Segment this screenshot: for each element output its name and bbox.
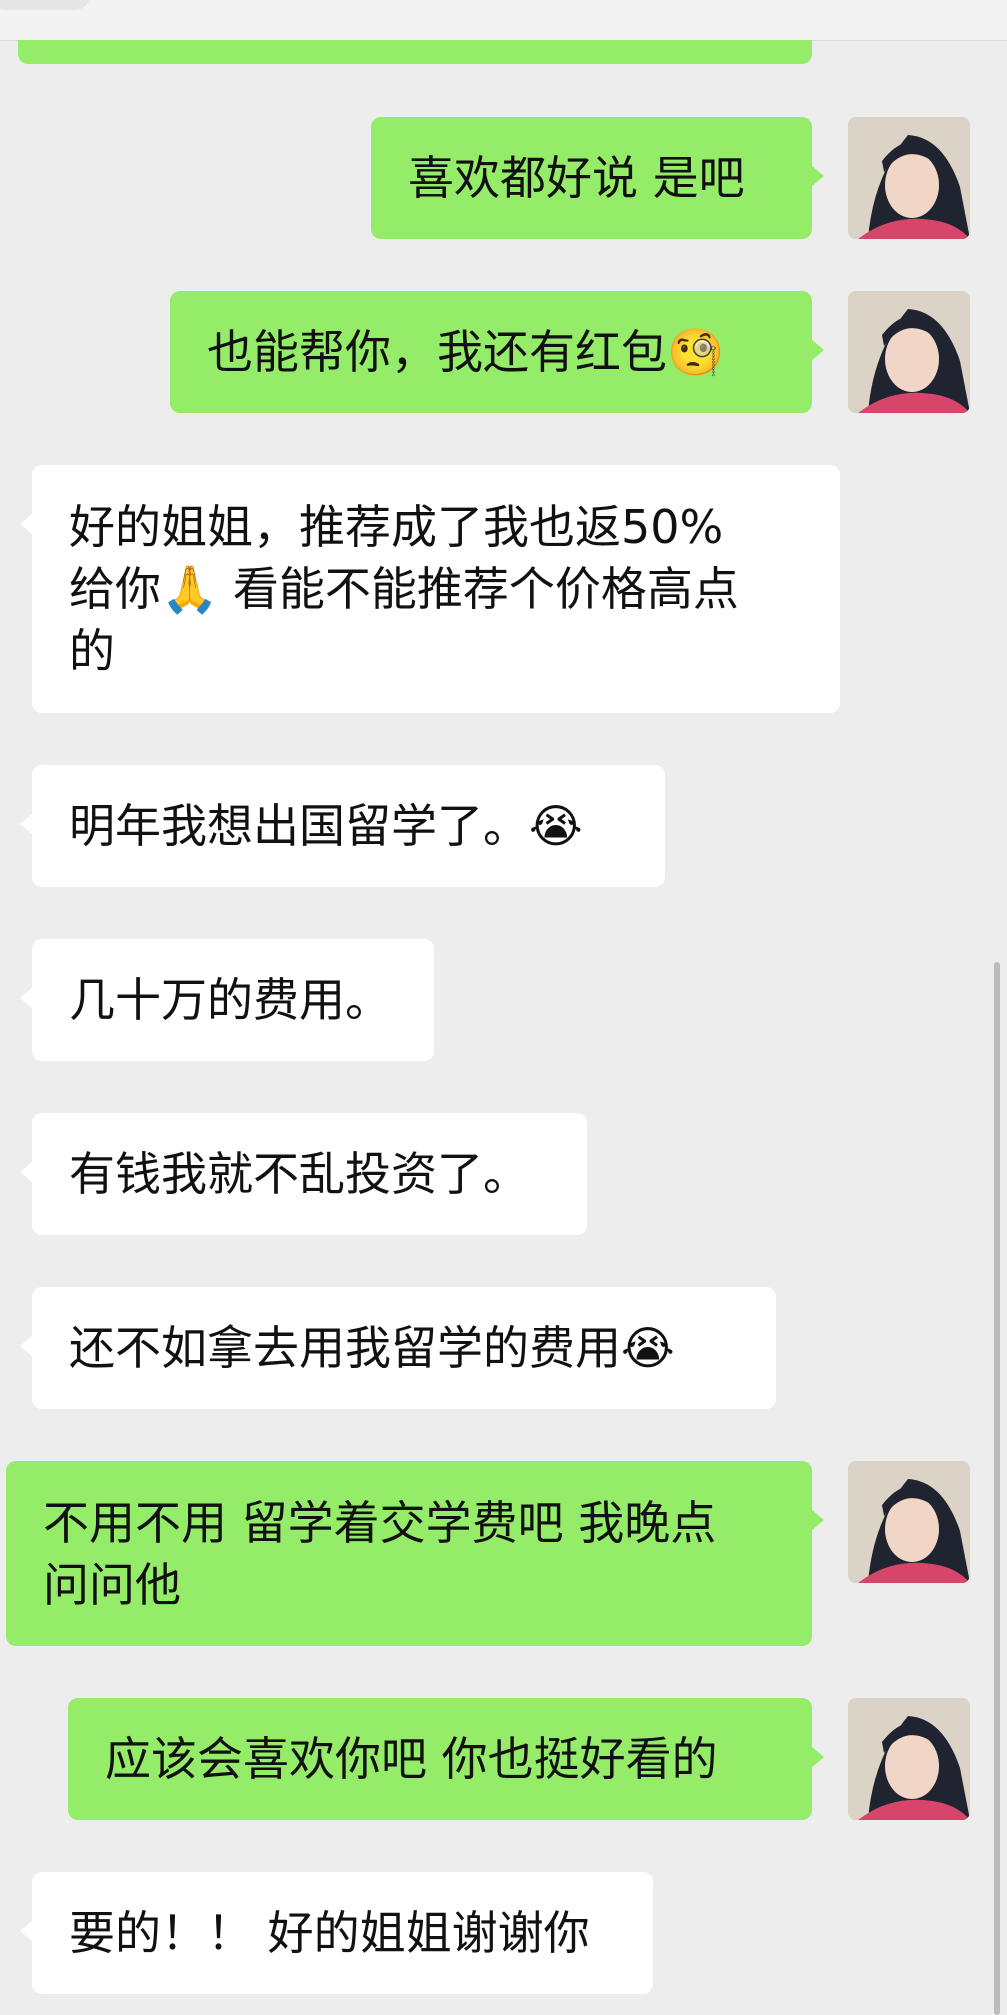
message-text: 好的姐姐，推荐成了我也返50% bbox=[69, 500, 724, 554]
message-text: 的 bbox=[69, 624, 115, 678]
scrollbar[interactable] bbox=[994, 962, 1000, 2015]
sent-message-bubble[interactable]: 也能帮你，我还有红包🧐 bbox=[170, 291, 824, 413]
message-text: 也能帮你，我还有红包🧐 bbox=[207, 325, 725, 379]
message-text: 要的！！ 好的姐姐谢谢你 bbox=[69, 1906, 590, 1960]
message-text: 几十万的费用。 bbox=[69, 973, 391, 1027]
top-pill bbox=[0, 0, 90, 10]
user-avatar-photo-icon bbox=[848, 117, 970, 239]
user-avatar-photo-icon bbox=[848, 291, 970, 413]
sent-message-bubble[interactable]: 应该会喜欢你吧 你也挺好看的 bbox=[68, 1698, 824, 1820]
message-text: 还不如拿去用我留学的费用😭 bbox=[69, 1321, 675, 1375]
top-strip bbox=[0, 0, 1007, 41]
message-text: 喜欢都好说 是吧 bbox=[408, 151, 745, 205]
message-text: 明年我想出国留学了。😭 bbox=[69, 799, 583, 853]
received-message-bubble[interactable]: 几十万的费用。 bbox=[20, 939, 434, 1061]
clipped-sent-bubble[interactable] bbox=[18, 40, 812, 64]
user-avatar-photo-icon bbox=[848, 1461, 970, 1583]
sent-message-bubble[interactable]: 喜欢都好说 是吧 bbox=[371, 117, 824, 239]
message-text: 问问他 bbox=[43, 1557, 181, 1612]
received-message-bubble[interactable]: 要的！！ 好的姐姐谢谢你 bbox=[20, 1872, 653, 1994]
received-message-bubble[interactable]: 有钱我就不乱投资了。 bbox=[20, 1113, 587, 1235]
received-message-bubble[interactable]: 明年我想出国留学了。😭 bbox=[20, 765, 665, 887]
message-text: 给你🙏 看能不能推荐个价格高点 bbox=[69, 562, 739, 616]
received-message-bubble[interactable]: 好的姐姐，推荐成了我也返50% 给你🙏 看能不能推荐个价格高点 的 bbox=[20, 465, 840, 713]
received-message-bubble[interactable]: 还不如拿去用我留学的费用😭 bbox=[20, 1287, 776, 1409]
message-text: 应该会喜欢你吧 你也挺好看的 bbox=[105, 1732, 718, 1786]
user-avatar[interactable] bbox=[848, 1698, 970, 1820]
user-avatar[interactable] bbox=[848, 117, 970, 239]
user-avatar[interactable] bbox=[848, 291, 970, 413]
user-avatar[interactable] bbox=[848, 1461, 970, 1583]
user-avatar-photo-icon bbox=[848, 1698, 970, 1820]
message-text: 不用不用 留学着交学费吧 我晚点 bbox=[43, 1495, 717, 1550]
message-text: 有钱我就不乱投资了。 bbox=[69, 1147, 529, 1201]
sent-message-bubble[interactable]: 不用不用 留学着交学费吧 我晚点 问问他 bbox=[6, 1461, 824, 1646]
